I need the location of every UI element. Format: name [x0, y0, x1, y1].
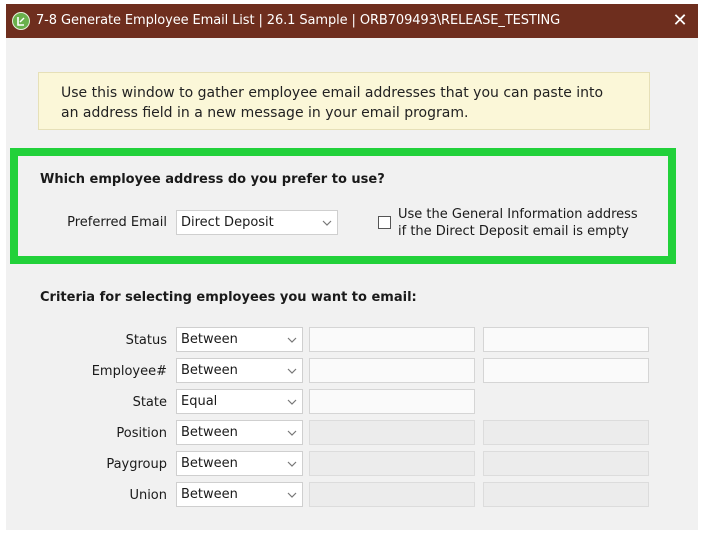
criteria-section-title: Criteria for selecting employees you wan… — [40, 290, 417, 305]
chevron-down-icon — [287, 368, 297, 374]
operator-value: Between — [181, 487, 238, 502]
checkbox-label-line1: Use the General Information address — [398, 207, 638, 222]
criteria-operator-employee[interactable]: Between — [176, 358, 303, 383]
chevron-down-icon — [287, 399, 297, 405]
close-button[interactable]: ✕ — [668, 9, 692, 33]
criteria-label-union: Union — [129, 488, 167, 503]
criteria-from-status[interactable] — [309, 327, 475, 352]
criteria-label-position: Position — [116, 426, 167, 441]
chevron-down-icon — [287, 337, 297, 343]
info-banner: Use this window to gather employee email… — [38, 72, 650, 130]
address-section-title: Which employee address do you prefer to … — [40, 172, 385, 187]
criteria-label-state: State — [132, 395, 167, 410]
app-logo-icon — [12, 12, 30, 30]
criteria-to-union[interactable] — [483, 482, 649, 507]
preferred-email-label: Preferred Email — [67, 215, 167, 230]
window-title: 7-8 Generate Employee Email List | 26.1 … — [36, 13, 561, 28]
preferred-email-select[interactable]: Direct Deposit — [176, 210, 338, 235]
operator-value: Between — [181, 456, 238, 471]
info-text: Use this window to gather employee email… — [61, 85, 604, 121]
preferred-email-value: Direct Deposit — [181, 215, 274, 230]
criteria-operator-paygroup[interactable]: Between — [176, 451, 303, 476]
criteria-label-employee: Employee# — [91, 364, 167, 379]
criteria-operator-union[interactable]: Between — [176, 482, 303, 507]
criteria-operator-state[interactable]: Equal — [176, 389, 303, 414]
criteria-to-position[interactable] — [483, 420, 649, 445]
operator-value: Between — [181, 332, 238, 347]
chevron-down-icon — [287, 461, 297, 467]
criteria-value-state[interactable] — [309, 389, 475, 414]
operator-value: Equal — [181, 394, 218, 409]
criteria-operator-status[interactable]: Between — [176, 327, 303, 352]
criteria-from-employee[interactable] — [309, 358, 475, 383]
criteria-to-employee[interactable] — [483, 358, 649, 383]
criteria-label-status: Status — [125, 333, 167, 348]
use-general-info-checkbox[interactable] — [378, 216, 391, 229]
criteria-from-paygroup[interactable] — [309, 451, 475, 476]
criteria-to-paygroup[interactable] — [483, 451, 649, 476]
title-bar: 7-8 Generate Employee Email List | 26.1 … — [6, 4, 698, 38]
chevron-down-icon — [322, 220, 332, 226]
criteria-label-paygroup: Paygroup — [106, 457, 167, 472]
chevron-down-icon — [287, 492, 297, 498]
operator-value: Between — [181, 363, 238, 378]
criteria-from-position[interactable] — [309, 420, 475, 445]
criteria-to-status[interactable] — [483, 327, 649, 352]
criteria-operator-position[interactable]: Between — [176, 420, 303, 445]
checkbox-label-line2: if the Direct Deposit email is empty — [398, 224, 629, 239]
chevron-down-icon — [287, 430, 297, 436]
use-general-info-label: Use the General Information address if t… — [398, 206, 638, 240]
criteria-from-union[interactable] — [309, 482, 475, 507]
operator-value: Between — [181, 425, 238, 440]
